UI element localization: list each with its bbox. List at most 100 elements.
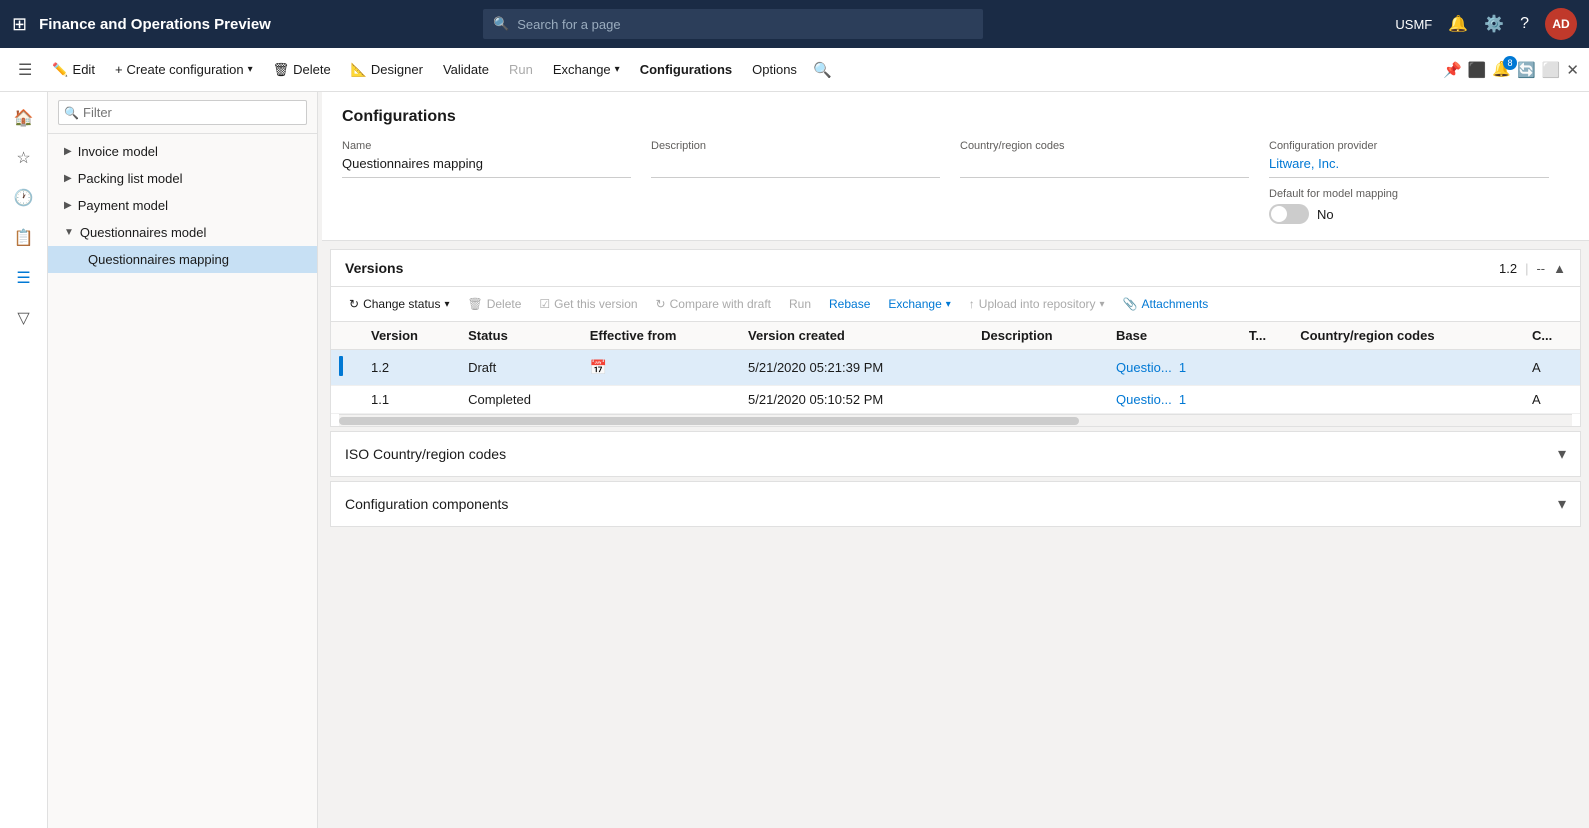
iso-chevron-icon: ▾ <box>1558 444 1566 464</box>
search-icon: 🔍 <box>493 16 509 32</box>
change-status-button[interactable]: ↻ Change status ▾ <box>341 293 457 315</box>
row-c: A <box>1524 350 1580 386</box>
exchange-chevron-icon: ▾ <box>946 299 951 310</box>
home-icon[interactable]: 🏠 <box>6 100 42 136</box>
dash-icon: -- <box>1536 261 1545 276</box>
compare-with-draft-button[interactable]: ↻ Compare with draft <box>648 293 779 315</box>
col-header-t[interactable]: T... <box>1241 322 1292 350</box>
options-button[interactable]: Options <box>744 58 805 81</box>
col-header-base[interactable]: Base <box>1108 322 1241 350</box>
arrow-icon: ▶ <box>64 173 72 184</box>
col-header-description[interactable]: Description <box>973 322 1108 350</box>
filter-icon[interactable]: ▽ <box>6 300 42 336</box>
split-icon[interactable]: ⬛ <box>1468 61 1487 79</box>
rebase-button[interactable]: Rebase <box>821 293 878 315</box>
nav-item-questionnaires-mapping[interactable]: Questionnaires mapping <box>48 246 317 273</box>
nav-items: ▶ Invoice model ▶ Packing list model ▶ P… <box>48 134 317 828</box>
col-header-c[interactable]: C... <box>1524 322 1580 350</box>
upload-icon: ↑ <box>969 297 975 311</box>
delete-icon: 🗑 <box>467 297 482 311</box>
search-cmd-icon[interactable]: 🔍 <box>813 61 832 79</box>
recent-icon[interactable]: 🕐 <box>6 180 42 216</box>
delete-icon: 🗑 <box>273 62 290 78</box>
col-header-country[interactable]: Country/region codes <box>1292 322 1524 350</box>
nav-item-questionnaires-model[interactable]: ▼ Questionnaires model <box>48 219 317 246</box>
validate-button[interactable]: Validate <box>435 58 497 81</box>
table-row[interactable]: 1.1 Completed 5/21/2020 05:10:52 PM Ques… <box>331 386 1580 414</box>
col-header-status[interactable]: Status <box>460 322 582 350</box>
name-value[interactable]: Questionnaires mapping <box>342 156 631 178</box>
versions-title: Versions <box>345 260 403 276</box>
iso-collapse-header[interactable]: ISO Country/region codes ▾ <box>331 432 1580 476</box>
close-icon[interactable]: ✕ <box>1566 61 1579 79</box>
favorites-icon[interactable]: ☆ <box>6 140 42 176</box>
config-components-title: Configuration components <box>345 496 508 512</box>
col-header-version-created[interactable]: Version created <box>740 322 973 350</box>
provider-value[interactable]: Litware, Inc. <box>1269 156 1549 178</box>
exchange-version-button[interactable]: Exchange ▾ <box>880 293 958 315</box>
run-version-button[interactable]: Run <box>781 293 819 315</box>
top-bar: ⊞ Finance and Operations Preview 🔍 USMF … <box>0 0 1589 48</box>
config-components-section: Configuration components ▾ <box>330 481 1581 527</box>
refresh-icon[interactable]: 🔄 <box>1517 61 1536 79</box>
row-description <box>973 350 1108 386</box>
badge-icon: 🔔 8 <box>1492 60 1511 79</box>
collapse-icon[interactable]: ▲ <box>1553 261 1566 276</box>
col-header-r[interactable] <box>331 322 363 350</box>
row-t <box>1241 386 1292 414</box>
pin-icon[interactable]: 📌 <box>1443 61 1462 79</box>
settings-icon[interactable]: ⚙️ <box>1484 14 1504 34</box>
row-base: Questio... 1 <box>1108 386 1241 414</box>
upload-into-repository-button[interactable]: ↑ Upload into repository ▾ <box>961 293 1113 315</box>
versions-section: Versions 1.2 | -- ▲ ↻ Change status ▾ 🗑 … <box>330 249 1581 427</box>
config-fields: Name Questionnaires mapping Description … <box>342 140 1569 224</box>
row-status: Completed <box>460 386 582 414</box>
designer-button[interactable]: 📐 Designer <box>343 58 431 82</box>
avatar[interactable]: AD <box>1545 8 1577 40</box>
row-base: Questio... 1 <box>1108 350 1241 386</box>
edit-button[interactable]: ✏️ Edit <box>44 58 103 82</box>
col-header-effective-from[interactable]: Effective from <box>582 322 740 350</box>
default-mapping-toggle[interactable] <box>1269 204 1309 224</box>
notification-icon[interactable]: 🔔 <box>1448 14 1468 34</box>
row-indicator-cell <box>331 350 363 386</box>
top-bar-right: USMF 🔔 ⚙️ ? AD <box>1395 8 1577 40</box>
config-components-chevron-icon: ▾ <box>1558 494 1566 514</box>
table-row[interactable]: 1.2 Draft 📅 5/21/2020 05:21:39 PM Questi… <box>331 350 1580 386</box>
delete-button[interactable]: 🗑 Delete <box>265 58 339 82</box>
attachments-button[interactable]: 📎 Attachments <box>1115 293 1217 315</box>
create-configuration-button[interactable]: + Create configuration ▾ <box>107 58 261 81</box>
popout-icon[interactable]: ⬜ <box>1542 61 1561 79</box>
configurations-button[interactable]: Configurations <box>632 58 740 81</box>
change-status-chevron: ▾ <box>444 299 449 310</box>
search-input[interactable] <box>517 17 973 32</box>
row-description <box>973 386 1108 414</box>
list-icon[interactable]: ☰ <box>6 260 42 296</box>
grid-icon[interactable]: ⊞ <box>12 14 27 35</box>
col-header-version[interactable]: Version <box>363 322 460 350</box>
row-country <box>1292 386 1524 414</box>
row-version: 1.2 <box>363 350 460 386</box>
versions-delete-button[interactable]: 🗑 Delete <box>459 293 529 315</box>
get-this-version-button[interactable]: ☑ Get this version <box>531 293 645 315</box>
description-field: Description <box>651 140 960 224</box>
config-components-collapse-header[interactable]: Configuration components ▾ <box>331 482 1580 526</box>
nav-item-payment-model[interactable]: ▶ Payment model <box>48 192 317 219</box>
default-mapping-label: Default for model mapping <box>1269 188 1398 200</box>
nav-filter-input[interactable] <box>58 100 307 125</box>
help-icon[interactable]: ? <box>1520 15 1529 33</box>
nav-tree: 🔍 ▶ Invoice model ▶ Packing list model ▶… <box>48 92 318 828</box>
default-mapping-row: Default for model mapping No <box>1269 188 1549 224</box>
workspace-icon[interactable]: 📋 <box>6 220 42 256</box>
nav-item-packing-list-model[interactable]: ▶ Packing list model <box>48 165 317 192</box>
config-header: Configurations Name Questionnaires mappi… <box>322 92 1589 241</box>
horizontal-scrollbar[interactable] <box>339 414 1572 426</box>
hamburger-icon[interactable]: ☰ <box>10 56 40 84</box>
run-button[interactable]: Run <box>501 58 541 81</box>
nav-item-invoice-model[interactable]: ▶ Invoice model <box>48 138 317 165</box>
configurations-section-title: Configurations <box>342 108 1569 126</box>
row-version-created: 5/21/2020 05:10:52 PM <box>740 386 973 414</box>
command-bar: ☰ ✏️ Edit + Create configuration ▾ 🗑 Del… <box>0 48 1589 92</box>
exchange-button[interactable]: Exchange ▾ <box>545 58 628 81</box>
row-effective-from: 📅 <box>582 350 740 386</box>
